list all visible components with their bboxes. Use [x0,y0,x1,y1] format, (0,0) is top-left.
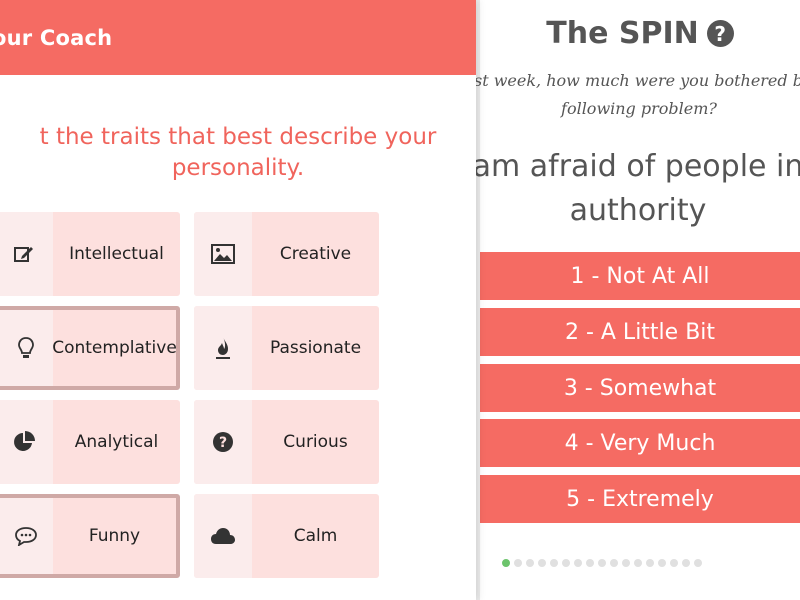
answer-option-4[interactable]: 4 - Very Much [480,419,800,467]
edit-icon [0,212,53,296]
traits-prompt: t the traits that best describe your per… [0,122,506,184]
pagination-dot [610,559,618,567]
trait-label: Analytical [74,432,159,452]
pagination-dot [574,559,582,567]
traits-prompt-line2: personality. [171,155,305,181]
coach-header-title: our Coach [0,25,113,50]
spin-problem-line2: authority [569,193,707,228]
trait-calm[interactable]: Calm [194,494,379,578]
pagination-dot [634,559,642,567]
coach-header: our Coach [0,0,476,75]
help-icon[interactable]: ? [706,20,734,47]
speech-bubble-icon [0,498,53,574]
pagination-dot [694,559,702,567]
pagination-dot [550,559,558,567]
pagination-dot [586,559,594,567]
pagination-dot [682,559,690,567]
trait-label: Creative [279,244,352,264]
traits-prompt-line1: t the traits that best describe your [39,124,437,150]
spin-title-row: The SPIN ? [480,16,800,51]
pagination-dot [562,559,570,567]
trait-intellectual[interactable]: Intellectual [0,212,180,296]
trait-passionate[interactable]: Passionate [194,306,379,390]
pagination-dot [646,559,654,567]
spin-problem-line1: am afraid of people in [472,149,800,184]
pagination-dot [670,559,678,567]
spin-problem: am afraid of people in authority [470,145,800,233]
trait-label: Calm [293,526,338,546]
cloud-icon [194,494,252,578]
pagination-dots [502,559,702,567]
spin-question-line2: following problem? [561,99,717,118]
pagination-dot [526,559,534,567]
trait-label: Funny [88,526,141,546]
spin-question-line1: st week, how much were you bothered by [474,71,800,90]
spin-title: The SPIN [546,16,699,51]
pagination-dot [658,559,666,567]
spin-question: st week, how much were you bothered by f… [474,67,800,123]
trait-label: Intellectual [69,244,164,264]
trait-contemplative[interactable]: Contemplative [0,306,180,390]
answer-option-1[interactable]: 1 - Not At All [480,252,800,300]
trait-creative[interactable]: Creative [194,212,379,296]
pagination-dot [538,559,546,567]
trait-label: Passionate [269,338,362,358]
trait-analytical[interactable]: Analytical [0,400,180,484]
trait-curious[interactable]: ? Curious [194,400,379,484]
trait-label: Curious [283,432,348,452]
pagination-dot [622,559,630,567]
pagination-dot [514,559,522,567]
pagination-dot [598,559,606,567]
spin-panel: The SPIN ? st week, how much were you bo… [473,0,800,600]
image-icon [194,212,252,296]
flame-icon [194,306,252,390]
lightbulb-icon [0,310,53,386]
answer-option-2[interactable]: 2 - A Little Bit [480,308,800,356]
question-circle-icon: ? [194,400,252,484]
answer-option-3[interactable]: 3 - Somewhat [480,364,800,412]
trait-funny[interactable]: Funny [0,494,180,578]
answer-option-5[interactable]: 5 - Extremely [480,475,800,523]
svg-text:?: ? [219,435,227,451]
pagination-dot-active [502,559,510,567]
trait-label: Contemplative [52,338,177,358]
pie-chart-icon [0,400,53,484]
coach-panel: our Coach t the traits that best describ… [0,0,476,600]
